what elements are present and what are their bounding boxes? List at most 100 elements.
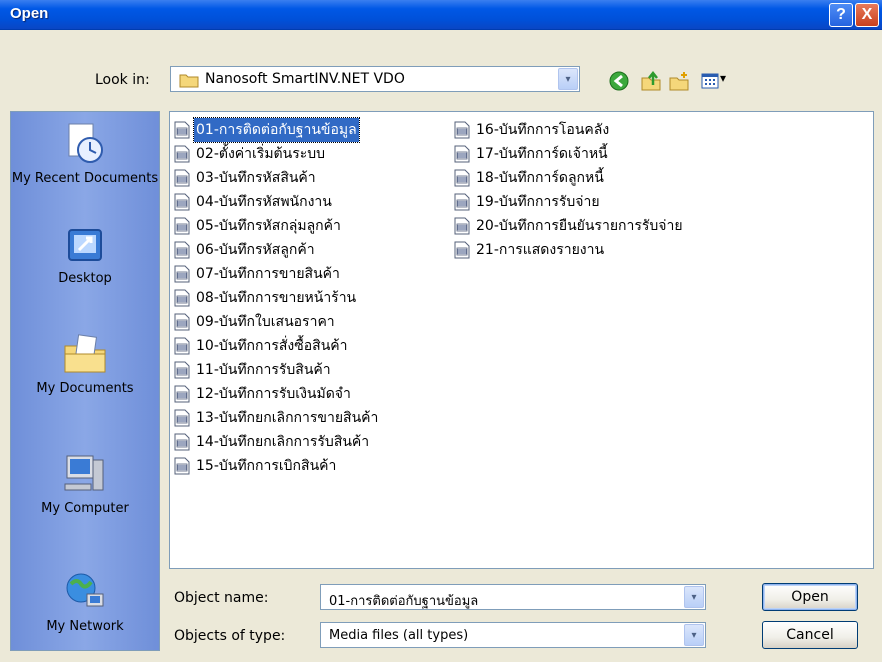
- place-my-recent-documents[interactable]: My Recent Documents: [11, 122, 159, 188]
- my-network-icon: [66, 573, 104, 607]
- media-file-icon: [454, 145, 470, 163]
- my-documents-icon: [64, 334, 106, 373]
- file-name: 13-บันทึกยกเลิกการขายสินค้า: [196, 410, 379, 426]
- media-file-icon: [174, 337, 190, 355]
- my-computer-icon: [64, 455, 104, 491]
- file-item[interactable]: 11-บันทึกการรับสินค้า: [174, 358, 380, 382]
- file-item[interactable]: 03-บันทึกรหัสสินค้า: [174, 166, 380, 190]
- file-item[interactable]: 04-บันทึกรหัสพนักงาน: [174, 190, 380, 214]
- look-in-label: Look in:: [95, 72, 150, 88]
- file-item[interactable]: 06-บันทึกรหัสลูกค้า: [174, 238, 380, 262]
- place-label: Desktop: [58, 271, 112, 286]
- file-name: 10-บันทึกการสั่งซื้อสินค้า: [196, 338, 348, 354]
- help-button[interactable]: ?: [829, 3, 853, 27]
- file-item[interactable]: 20-บันทึกการยืนยันรายการรับจ่าย: [454, 214, 685, 238]
- file-item[interactable]: 14-บันทึกยกเลิกการรับสินค้า: [174, 430, 380, 454]
- chevron-down-icon[interactable]: ▾: [684, 624, 704, 646]
- file-list[interactable]: 01-การติดต่อกับฐานข้อมูล 02-ตั้งค่าเริ่มต…: [169, 111, 874, 569]
- file-item[interactable]: 08-บันทึกการขายหน้าร้าน: [174, 286, 380, 310]
- file-name: 21-การแสดงรายงาน: [476, 242, 605, 258]
- place-desktop[interactable]: Desktop: [11, 226, 159, 288]
- file-item[interactable]: 07-บันทึกการขายสินค้า: [174, 262, 380, 286]
- object-name-label: Object name:: [174, 590, 269, 606]
- look-in-dropdown[interactable]: Nanosoft SmartINV.NET VDO ▾: [170, 66, 580, 92]
- views-icon[interactable]: [700, 70, 720, 92]
- open-dialog: Open ? X Look in: Nanosoft SmartINV.NET …: [0, 0, 882, 662]
- media-file-icon: [174, 241, 190, 259]
- file-item[interactable]: 09-บันทึกใบเสนอราคา: [174, 310, 380, 334]
- object-name-field[interactable]: 01-การติดต่อกับฐานข้อมูล ▾: [320, 584, 706, 610]
- file-item[interactable]: 05-บันทึกรหัสกลุ่มลูกค้า: [174, 214, 380, 238]
- file-name: 16-บันทึกการโอนคลัง: [476, 122, 610, 138]
- chevron-down-icon[interactable]: ▾: [558, 68, 578, 90]
- file-name: 18-บันทึกการ์ดลูกหนี้: [476, 170, 604, 186]
- media-file-icon: [174, 121, 190, 139]
- file-item[interactable]: 02-ตั้งค่าเริ่มต้นระบบ: [174, 142, 380, 166]
- media-file-icon: [174, 409, 190, 427]
- back-icon[interactable]: [608, 70, 630, 92]
- cancel-button[interactable]: Cancel: [762, 621, 858, 649]
- views-dropdown-arrow[interactable]: ▾: [720, 71, 726, 85]
- file-item[interactable]: 19-บันทึกการรับจ่าย: [454, 190, 685, 214]
- media-file-icon: [174, 169, 190, 187]
- close-button[interactable]: X: [855, 3, 879, 27]
- file-name: 19-บันทึกการรับจ่าย: [476, 194, 600, 210]
- file-item[interactable]: 18-บันทึกการ์ดลูกหนี้: [454, 166, 685, 190]
- file-name: 02-ตั้งค่าเริ่มต้นระบบ: [196, 146, 326, 162]
- file-name: 17-บันทึกการ์ดเจ้าหนี้: [476, 146, 608, 162]
- file-item[interactable]: 13-บันทึกยกเลิกการขายสินค้า: [174, 406, 380, 430]
- media-file-icon: [454, 241, 470, 259]
- media-file-icon: [174, 361, 190, 379]
- chevron-down-icon[interactable]: ▾: [684, 586, 704, 608]
- media-file-icon: [174, 385, 190, 403]
- file-name: 04-บันทึกรหัสพนักงาน: [196, 194, 332, 210]
- file-name: 15-บันทึกการเบิกสินค้า: [196, 458, 337, 474]
- place-my-documents[interactable]: My Documents: [11, 332, 159, 398]
- media-file-icon: [174, 145, 190, 163]
- media-file-icon: [454, 193, 470, 211]
- file-item[interactable]: 01-การติดต่อกับฐานข้อมูล: [174, 117, 380, 143]
- open-button[interactable]: Open: [762, 583, 858, 611]
- objects-of-type-dropdown[interactable]: Media files (all types) ▾: [320, 622, 706, 648]
- object-name-value: 01-การติดต่อกับฐานข้อมูล: [329, 594, 479, 609]
- media-file-icon: [174, 217, 190, 235]
- file-name: 01-การติดต่อกับฐานข้อมูล: [193, 117, 360, 143]
- place-label: My Documents: [36, 381, 134, 396]
- media-file-icon: [174, 265, 190, 283]
- look-in-value: Nanosoft SmartINV.NET VDO: [205, 71, 405, 87]
- file-list-column-2: 16-บันทึกการโอนคลัง 17-บันทึกการ์ดเจ้าหนี…: [454, 118, 685, 262]
- file-name: 14-บันทึกยกเลิกการรับสินค้า: [196, 434, 370, 450]
- place-my-network[interactable]: My Network: [11, 570, 159, 636]
- file-name: 06-บันทึกรหัสลูกค้า: [196, 242, 315, 258]
- file-item[interactable]: 21-การแสดงรายงาน: [454, 238, 685, 262]
- file-name: 12-บันทึกการรับเงินมัดจำ: [196, 386, 351, 402]
- place-label: My Computer: [41, 501, 129, 516]
- objects-of-type-label: Objects of type:: [174, 628, 286, 644]
- media-file-icon: [454, 217, 470, 235]
- file-list-column-1: 01-การติดต่อกับฐานข้อมูล 02-ตั้งค่าเริ่มต…: [174, 117, 380, 478]
- media-file-icon: [454, 169, 470, 187]
- file-name: 11-บันทึกการรับสินค้า: [196, 362, 331, 378]
- file-item[interactable]: 12-บันทึกการรับเงินมัดจำ: [174, 382, 380, 406]
- folder-icon: [179, 74, 199, 88]
- desktop-icon: [68, 229, 102, 261]
- up-folder-icon[interactable]: [640, 70, 662, 92]
- file-name: 09-บันทึกใบเสนอราคา: [196, 314, 335, 330]
- media-file-icon: [174, 313, 190, 331]
- recent-documents-icon: [68, 123, 103, 163]
- file-name: 20-บันทึกการยืนยันรายการรับจ่าย: [476, 218, 683, 234]
- place-label: My Recent Documents: [11, 171, 159, 186]
- file-name: 05-บันทึกรหัสกลุ่มลูกค้า: [196, 218, 341, 234]
- file-item[interactable]: 17-บันทึกการ์ดเจ้าหนี้: [454, 142, 685, 166]
- media-file-icon: [174, 289, 190, 307]
- new-folder-icon[interactable]: [668, 70, 690, 92]
- title-bar[interactable]: Open ? X: [0, 0, 882, 30]
- place-my-computer[interactable]: My Computer: [11, 452, 159, 518]
- place-label: My Network: [46, 619, 124, 634]
- file-item[interactable]: 10-บันทึกการสั่งซื้อสินค้า: [174, 334, 380, 358]
- file-item[interactable]: 16-บันทึกการโอนคลัง: [454, 118, 685, 142]
- file-item[interactable]: 15-บันทึกการเบิกสินค้า: [174, 454, 380, 478]
- media-file-icon: [174, 433, 190, 451]
- file-name: 03-บันทึกรหัสสินค้า: [196, 170, 316, 186]
- objects-of-type-value: Media files (all types): [329, 628, 469, 643]
